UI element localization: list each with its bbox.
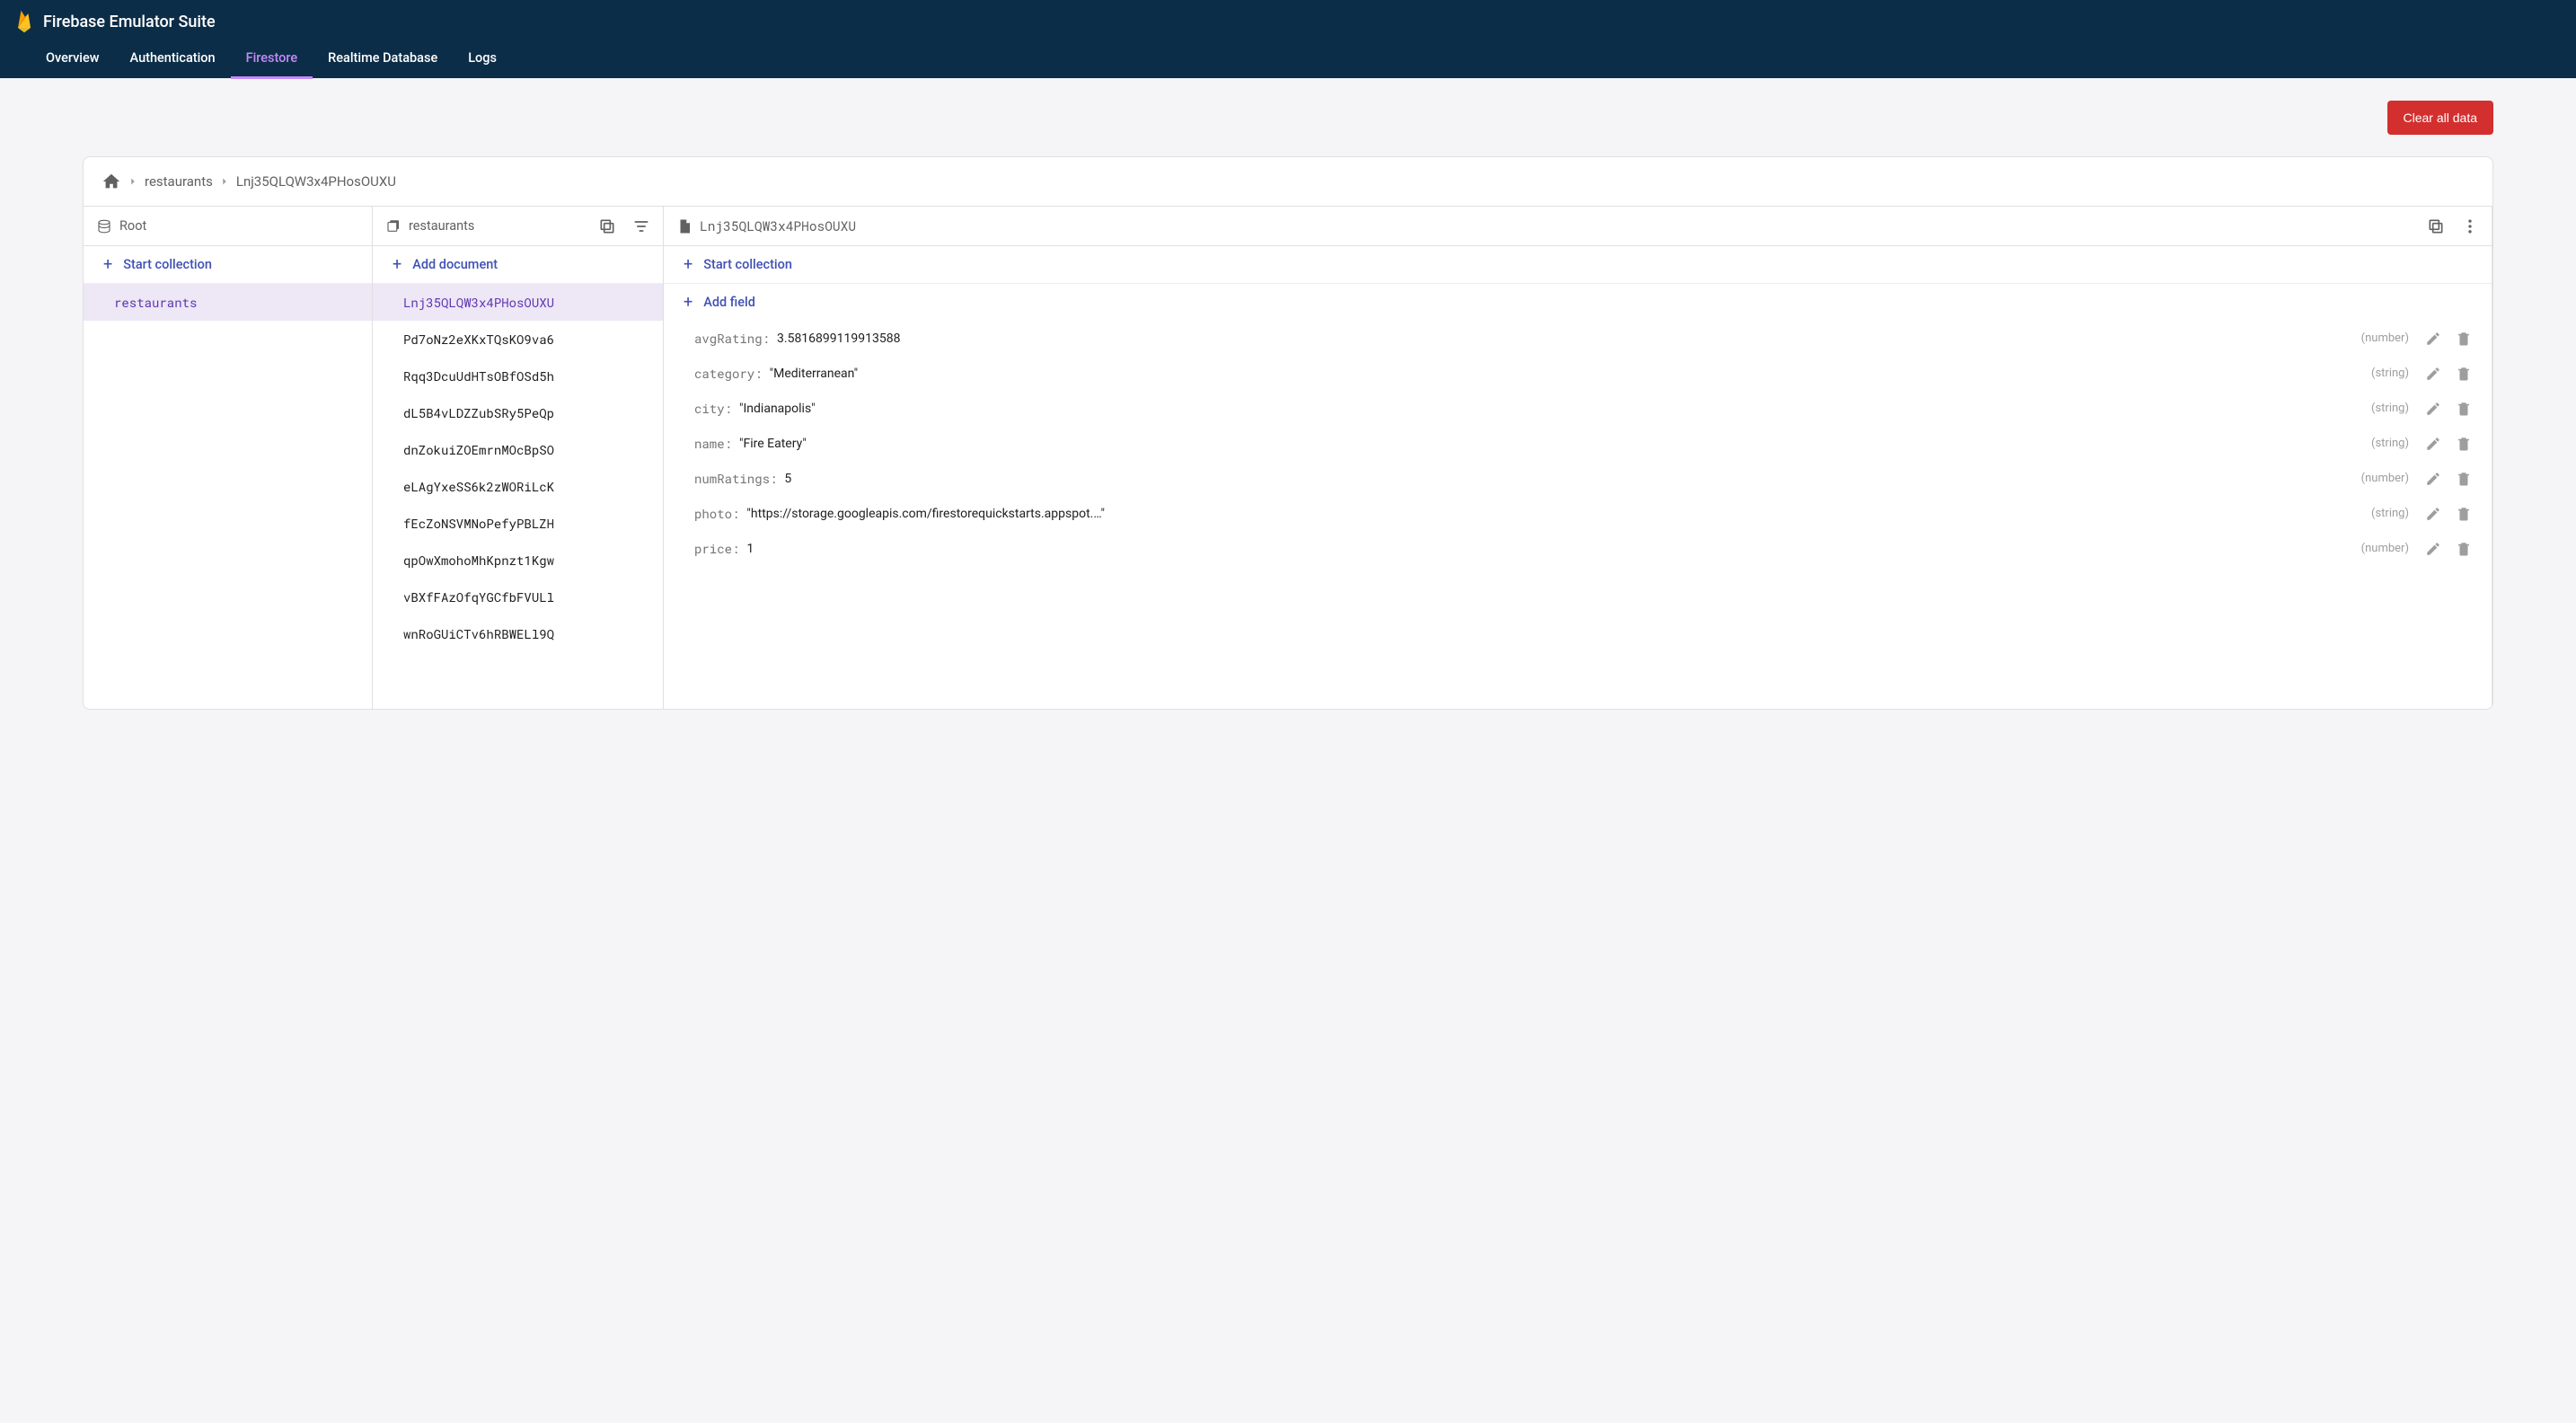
field-type: (string) — [2371, 437, 2409, 450]
start-collection-button[interactable]: + Start collection — [664, 246, 2492, 284]
field-key: name: — [694, 435, 732, 452]
field-key: city: — [694, 400, 732, 417]
document-item[interactable]: dL5B4vLDZZubSRy5PeQp — [373, 394, 663, 431]
breadcrumb: restaurants Lnj35QLQW3x4PHosOUXU — [84, 157, 2492, 206]
column-root: Root + Start collection restaurants — [84, 207, 373, 709]
tab-authentication[interactable]: Authentication — [115, 38, 231, 78]
field-type: (string) — [2371, 507, 2409, 520]
field-value: "Indianapolis" — [739, 402, 2364, 416]
clear-all-data-button[interactable]: Clear all data — [2387, 101, 2494, 135]
start-collection-label: Start collection — [123, 257, 212, 272]
edit-icon[interactable] — [2425, 366, 2441, 382]
edit-icon[interactable] — [2425, 331, 2441, 347]
field-value: "Mediterranean" — [770, 367, 2364, 381]
nav-tabs: OverviewAuthenticationFirestoreRealtime … — [0, 38, 2576, 78]
field-type: (string) — [2371, 402, 2409, 415]
field-type: (number) — [2361, 542, 2409, 555]
delete-icon[interactable] — [2456, 471, 2472, 487]
delete-icon[interactable] — [2456, 331, 2472, 347]
tab-realtime-database[interactable]: Realtime Database — [313, 38, 453, 78]
chevron-right-icon — [127, 175, 139, 188]
home-icon[interactable] — [101, 172, 121, 191]
field-type: (number) — [2361, 331, 2409, 345]
field-value: 5 — [784, 472, 2353, 486]
page-toolbar: Clear all data — [0, 78, 2576, 135]
column-documents: restaurants + Add document Lnj — [373, 207, 664, 709]
document-item[interactable]: dnZokuiZOEmrnMOcBpSO — [373, 431, 663, 468]
chevron-right-icon — [218, 175, 231, 188]
field-value: 1 — [746, 542, 2353, 556]
start-collection-button[interactable]: + Start collection — [84, 246, 372, 284]
document-item[interactable]: fEcZoNSVMNoPefyPBLZH — [373, 505, 663, 542]
tab-logs[interactable]: Logs — [453, 38, 512, 78]
delete-icon[interactable] — [2456, 436, 2472, 452]
document-item[interactable]: Pd7oNz2eXKxTQsKO9va6 — [373, 321, 663, 358]
field-key: avgRating: — [694, 330, 770, 347]
field-row: category: "Mediterranean" (string) — [664, 356, 2492, 391]
field-key: price: — [694, 540, 739, 557]
tab-overview[interactable]: Overview — [31, 38, 115, 78]
start-collection-label: Start collection — [703, 257, 792, 272]
field-type: (number) — [2361, 472, 2409, 485]
field-key: numRatings: — [694, 470, 777, 487]
filter-icon[interactable] — [632, 217, 650, 235]
document-item[interactable]: qpOwXmohoMhKpnzt1Kgw — [373, 542, 663, 579]
breadcrumb-collection[interactable]: restaurants — [145, 173, 213, 190]
plus-icon: + — [393, 255, 401, 274]
field-row: avgRating: 3.5816899119913588 (number) — [664, 321, 2492, 356]
more-vert-icon[interactable] — [2461, 217, 2479, 235]
plus-icon: + — [103, 255, 112, 274]
document-item[interactable]: Rqq3DcuUdHTsOBfOSd5h — [373, 358, 663, 394]
add-document-button[interactable]: + Add document — [373, 246, 663, 284]
column-documents-title: restaurants — [409, 218, 474, 234]
field-key: category: — [694, 365, 763, 382]
column-fields: Lnj35QLQW3x4PHosOUXU + Start collection — [664, 207, 2492, 709]
collection-icon — [385, 218, 401, 234]
field-type: (string) — [2371, 367, 2409, 380]
edit-icon[interactable] — [2425, 541, 2441, 557]
plus-icon: + — [684, 293, 693, 312]
add-document-label: Add document — [412, 257, 498, 272]
field-row: name: "Fire Eatery" (string) — [664, 426, 2492, 461]
edit-icon[interactable] — [2425, 401, 2441, 417]
field-row: city: "Indianapolis" (string) — [664, 391, 2492, 426]
document-item[interactable]: Lnj35QLQW3x4PHosOUXU — [373, 284, 663, 321]
firebase-logo-icon — [14, 9, 34, 34]
firestore-panel: restaurants Lnj35QLQW3x4PHosOUXU Root — [83, 156, 2493, 710]
document-icon — [676, 218, 693, 234]
field-value: 3.5816899119913588 — [777, 331, 2354, 346]
copy-icon[interactable] — [2427, 217, 2445, 235]
document-item[interactable]: eLAgYxeSS6k2zWORiLcK — [373, 468, 663, 505]
database-icon — [96, 218, 112, 234]
field-value: "Fire Eatery" — [739, 437, 2364, 451]
add-field-label: Add field — [703, 295, 755, 310]
app-header: Firebase Emulator Suite OverviewAuthenti… — [0, 0, 2576, 78]
delete-icon[interactable] — [2456, 541, 2472, 557]
field-row: price: 1 (number) — [664, 531, 2492, 566]
field-row: photo: "https://storage.googleapis.com/fi… — [664, 496, 2492, 531]
edit-icon[interactable] — [2425, 471, 2441, 487]
delete-icon[interactable] — [2456, 401, 2472, 417]
edit-icon[interactable] — [2425, 436, 2441, 452]
field-value: "https://storage.googleapis.com/firestor… — [746, 507, 2364, 521]
column-fields-title: Lnj35QLQW3x4PHosOUXU — [700, 217, 856, 234]
delete-icon[interactable] — [2456, 506, 2472, 522]
collection-item[interactable]: restaurants — [84, 284, 372, 321]
edit-icon[interactable] — [2425, 506, 2441, 522]
add-field-button[interactable]: + Add field — [664, 284, 2492, 321]
copy-icon[interactable] — [598, 217, 616, 235]
delete-icon[interactable] — [2456, 366, 2472, 382]
document-item[interactable]: wnRoGUiCTv6hRBWELl9Q — [373, 615, 663, 652]
document-item[interactable]: vBXfFAzOfqYGCfbFVULl — [373, 579, 663, 615]
tab-firestore[interactable]: Firestore — [231, 38, 313, 78]
app-title: Firebase Emulator Suite — [43, 13, 216, 31]
field-key: photo: — [694, 505, 739, 522]
column-root-title: Root — [119, 218, 146, 234]
breadcrumb-document[interactable]: Lnj35QLQW3x4PHosOUXU — [236, 173, 396, 190]
plus-icon: + — [684, 255, 693, 274]
field-row: numRatings: 5 (number) — [664, 461, 2492, 496]
